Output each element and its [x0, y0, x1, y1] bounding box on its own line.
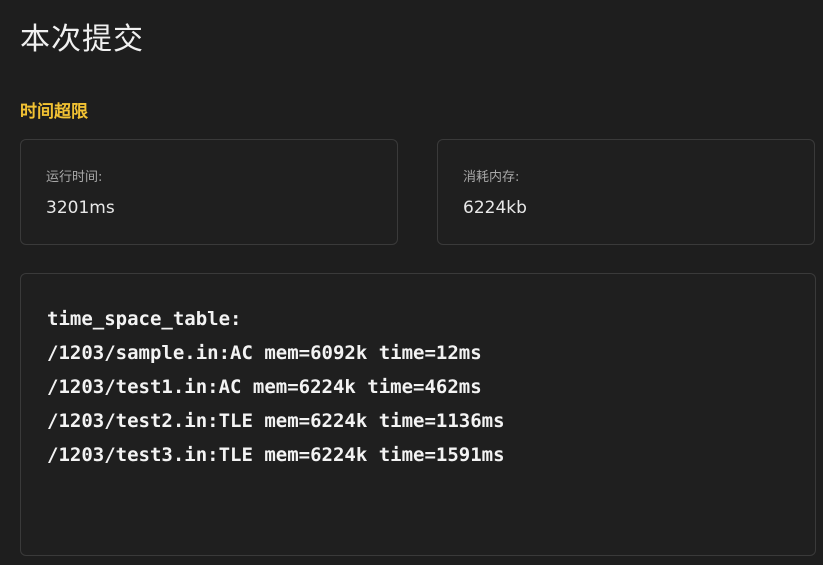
page-title: 本次提交 [20, 22, 144, 57]
log-lines: time_space_table: /1203/sample.in:AC mem… [47, 302, 505, 472]
runtime-label: 运行时间: [46, 170, 103, 185]
memory-card: 消耗内存: 6224kb [437, 139, 815, 245]
memory-value: 6224kb [463, 198, 527, 218]
runtime-card: 运行时间: 3201ms [20, 139, 398, 245]
memory-label: 消耗内存: [463, 170, 520, 185]
log-line: /1203/test2.in:TLE mem=6224k time=1136ms [47, 410, 505, 432]
log-line: time_space_table: [47, 308, 242, 330]
status-text: 时间超限 [20, 102, 88, 122]
runtime-value: 3201ms [46, 198, 115, 218]
log-line: /1203/sample.in:AC mem=6092k time=12ms [47, 342, 482, 364]
log-line: /1203/test1.in:AC mem=6224k time=462ms [47, 376, 482, 398]
result-log-panel[interactable]: time_space_table: /1203/sample.in:AC mem… [20, 273, 816, 556]
log-line: /1203/test3.in:TLE mem=6224k time=1591ms [47, 444, 505, 466]
